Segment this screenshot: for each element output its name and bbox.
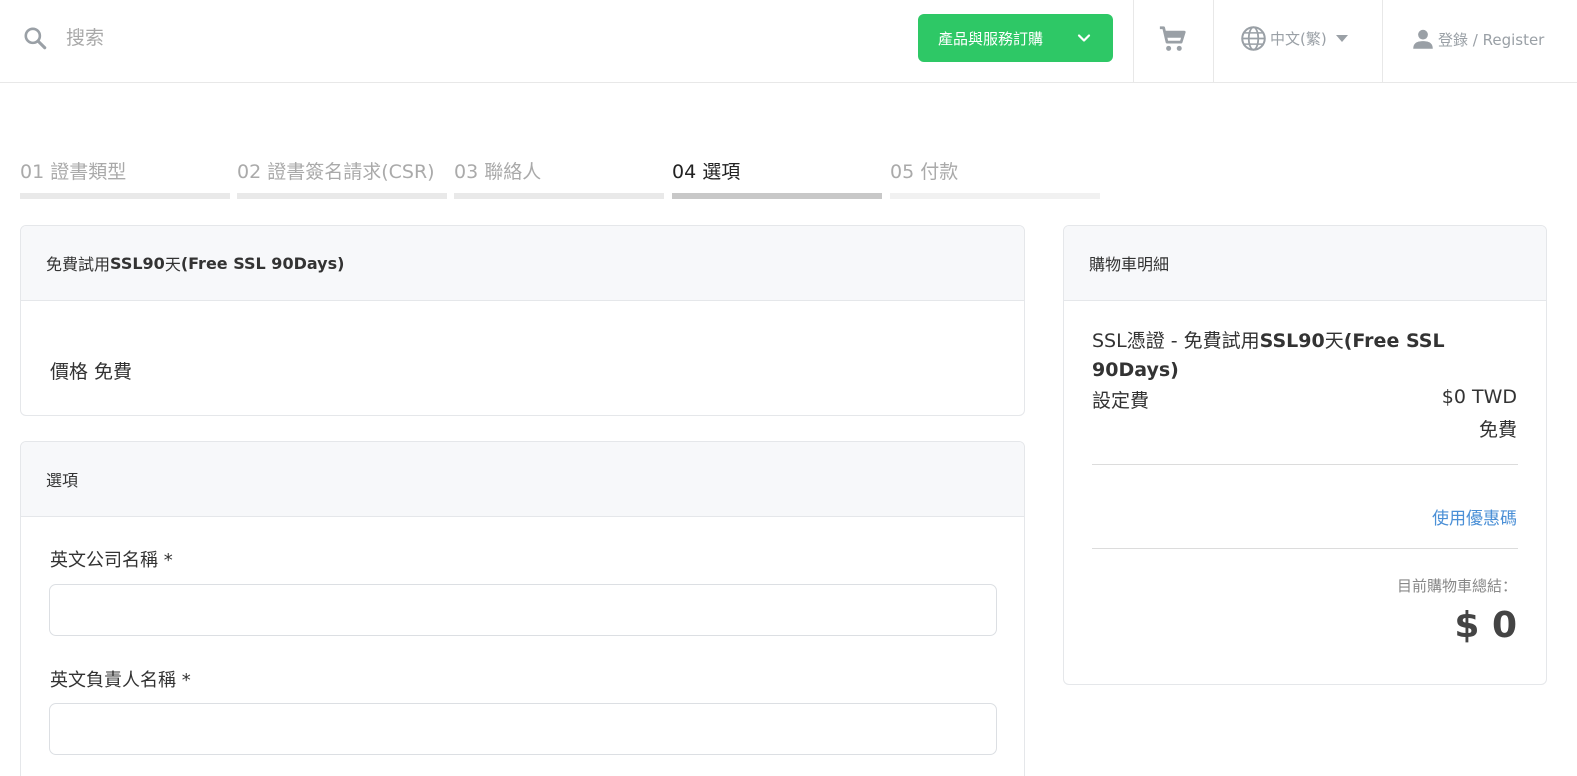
company-name-label: 英文公司名稱 * xyxy=(50,550,173,571)
user-icon xyxy=(1413,29,1433,49)
search-icon[interactable] xyxy=(22,25,48,51)
product-card: 免費試用 SSL90 天 (Free SSL 90Days) 價格 免費 xyxy=(20,225,1025,416)
use-promo-code-link[interactable]: 使用優惠碼 xyxy=(1432,504,1517,529)
step-label: 證書類型 xyxy=(50,161,127,183)
step-label: 證書簽名請求(CSR) xyxy=(267,161,435,183)
step-number: 03 xyxy=(454,161,479,183)
step-options[interactable]: 04 選項 xyxy=(672,158,882,200)
header-divider xyxy=(1133,0,1134,83)
cart-item-prefix: SSL憑證 - 免費試用 xyxy=(1092,330,1260,352)
cart-total-label: 目前購物車總結： xyxy=(1396,577,1517,595)
step-progress-bar xyxy=(237,193,447,199)
language-selector[interactable]: 中文(繁) xyxy=(1240,22,1348,54)
step-label: 聯絡人 xyxy=(484,161,542,183)
options-title: 選項 xyxy=(21,442,1024,517)
setup-fee-label: 設定費 xyxy=(1092,390,1150,412)
step-progress-bar xyxy=(20,193,230,199)
cart-item-bold: SSL90 xyxy=(1259,330,1325,352)
cart-item-name: SSL憑證 - 免費試用SSL90天(Free SSL 90Days) xyxy=(1092,327,1472,385)
checkout-steps: 01 證書類型 02 證書簽名請求(CSR) 03 聯絡人 04 選項 05 付… xyxy=(20,158,1100,202)
product-title-mid: 天 xyxy=(164,255,181,274)
product-title-bold2: (Free SSL 90Days) xyxy=(180,253,345,273)
summary-divider xyxy=(1092,548,1518,549)
summary-divider xyxy=(1092,464,1518,465)
login-register-link[interactable]: 登錄 / Register xyxy=(1410,24,1544,54)
step-contacts[interactable]: 03 聯絡人 xyxy=(454,158,664,200)
product-title-prefix: 免費試用 xyxy=(46,255,111,274)
step-progress-bar xyxy=(890,193,1100,199)
product-title: 免費試用 SSL90 天 (Free SSL 90Days) xyxy=(21,226,1024,301)
order-products-label: 產品與服務訂購 xyxy=(938,30,1044,48)
step-number: 02 xyxy=(237,161,262,183)
login-label: 登錄 / Register xyxy=(1438,30,1545,49)
cart-item-mid: 天 xyxy=(1324,330,1344,352)
order-products-button[interactable]: 產品與服務訂購 xyxy=(918,14,1113,62)
company-name-input[interactable] xyxy=(49,584,997,636)
step-number: 04 xyxy=(672,161,697,183)
cart-icon[interactable] xyxy=(1158,24,1188,54)
step-number: 01 xyxy=(20,161,45,183)
step-progress-bar xyxy=(672,193,882,199)
cart-summary-title: 購物車明細 xyxy=(1064,226,1546,301)
product-title-bold: SSL90 xyxy=(110,253,165,273)
caret-down-icon xyxy=(1335,34,1348,42)
header-divider xyxy=(1213,0,1214,83)
language-label: 中文(繁) xyxy=(1270,29,1327,48)
options-card: 選項 英文公司名稱 * 英文負責人名稱 * xyxy=(20,441,1025,776)
setup-fee-price: $0 TWD xyxy=(1441,386,1517,408)
step-number: 05 xyxy=(890,161,915,183)
step-label: 選項 xyxy=(702,161,741,183)
chevron-down-icon xyxy=(1077,34,1091,42)
representative-name-label: 英文負責人名稱 * xyxy=(50,670,191,691)
setup-fee-free: 免費 xyxy=(1478,419,1517,441)
representative-name-input[interactable] xyxy=(49,703,997,755)
header-divider xyxy=(1382,0,1383,83)
price-label: 價格 免費 xyxy=(50,361,133,383)
search-input[interactable] xyxy=(66,18,466,58)
step-progress-bar xyxy=(454,193,664,199)
globe-icon xyxy=(1241,25,1266,51)
cart-total-value: $ 0 xyxy=(1454,605,1517,646)
step-label: 付款 xyxy=(920,161,959,183)
top-header: 產品與服務訂購 中文(繁) 登錄 / Register xyxy=(0,0,1577,83)
step-payment[interactable]: 05 付款 xyxy=(890,158,1100,200)
step-csr[interactable]: 02 證書簽名請求(CSR) xyxy=(237,158,447,200)
step-certificate-type[interactable]: 01 證書類型 xyxy=(20,158,230,200)
cart-summary-card: 購物車明細 SSL憑證 - 免費試用SSL90天(Free SSL 90Days… xyxy=(1063,225,1547,685)
